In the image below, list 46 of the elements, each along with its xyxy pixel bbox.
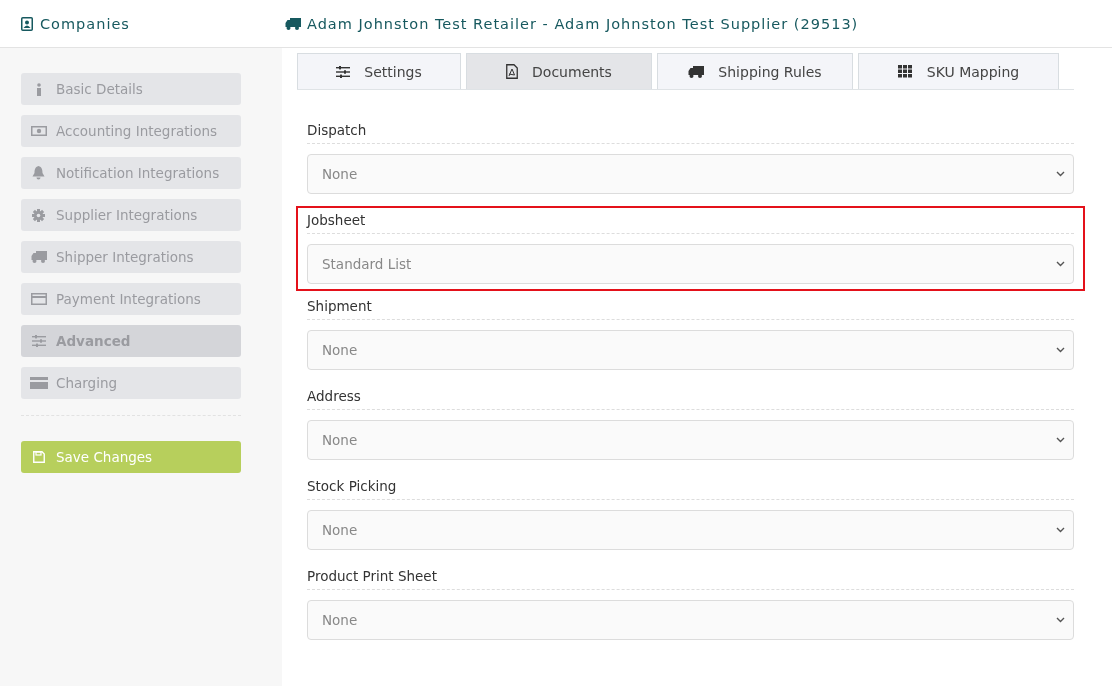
truck-icon: [30, 251, 47, 263]
field-label: Shipment: [307, 294, 1074, 320]
tab[interactable]: SKU Mapping: [858, 53, 1059, 89]
section-title[interactable]: Companies: [40, 15, 130, 32]
field-label: Stock Picking: [307, 474, 1074, 500]
sidebar-item[interactable]: Notification Integrations: [21, 157, 241, 189]
dropdown-field[interactable]: None: [307, 420, 1074, 460]
sliders-icon: [336, 65, 351, 78]
credit-card-icon: [30, 293, 47, 305]
pdf-file-icon: [506, 64, 519, 79]
dropdown-field[interactable]: Standard List: [307, 244, 1074, 284]
field-label: Product Print Sheet: [307, 564, 1074, 590]
sidebar-item[interactable]: Supplier Integrations: [21, 199, 241, 231]
sidebar-item[interactable]: Advanced: [21, 325, 241, 357]
sidebar-item[interactable]: Accounting Integrations: [21, 115, 241, 147]
dropdown-field[interactable]: None: [307, 510, 1074, 550]
sidebar-item[interactable]: Shipper Integrations: [21, 241, 241, 273]
dropdown-field[interactable]: None: [307, 330, 1074, 370]
field-label: Jobsheet: [307, 208, 1074, 234]
truck-icon: [285, 17, 301, 30]
credit-card-icon: [29, 377, 48, 389]
field-label: Address: [307, 384, 1074, 410]
chevron-down-icon: [1056, 617, 1065, 623]
chevron-down-icon: [1056, 171, 1065, 177]
gear-icon: [32, 208, 45, 222]
chevron-down-icon: [1056, 347, 1065, 353]
tab[interactable]: Settings: [297, 53, 461, 89]
field-label: Dispatch: [307, 118, 1074, 144]
page-title: Adam Johnston Test Retailer - Adam Johnston Test Supplier (29513): [307, 15, 859, 32]
address-book-icon: [21, 16, 33, 31]
sliders-icon: [31, 335, 46, 347]
truck-icon: [688, 65, 705, 78]
banknote-icon: [30, 126, 47, 136]
chevron-down-icon: [1056, 437, 1065, 443]
grid-icon: [897, 65, 913, 78]
tab[interactable]: Documents: [466, 53, 652, 89]
bell-icon: [32, 166, 45, 180]
tab[interactable]: Shipping Rules: [657, 53, 853, 89]
chevron-down-icon: [1056, 261, 1065, 267]
dropdown-field[interactable]: None: [307, 154, 1074, 194]
sidebar-item[interactable]: Payment Integrations: [21, 283, 241, 315]
info-icon: [35, 82, 42, 96]
sidebar-item[interactable]: Basic Details: [21, 73, 241, 105]
chevron-down-icon: [1056, 527, 1065, 533]
dropdown-field[interactable]: None: [307, 600, 1074, 640]
sidebar-item[interactable]: Charging: [21, 367, 241, 399]
